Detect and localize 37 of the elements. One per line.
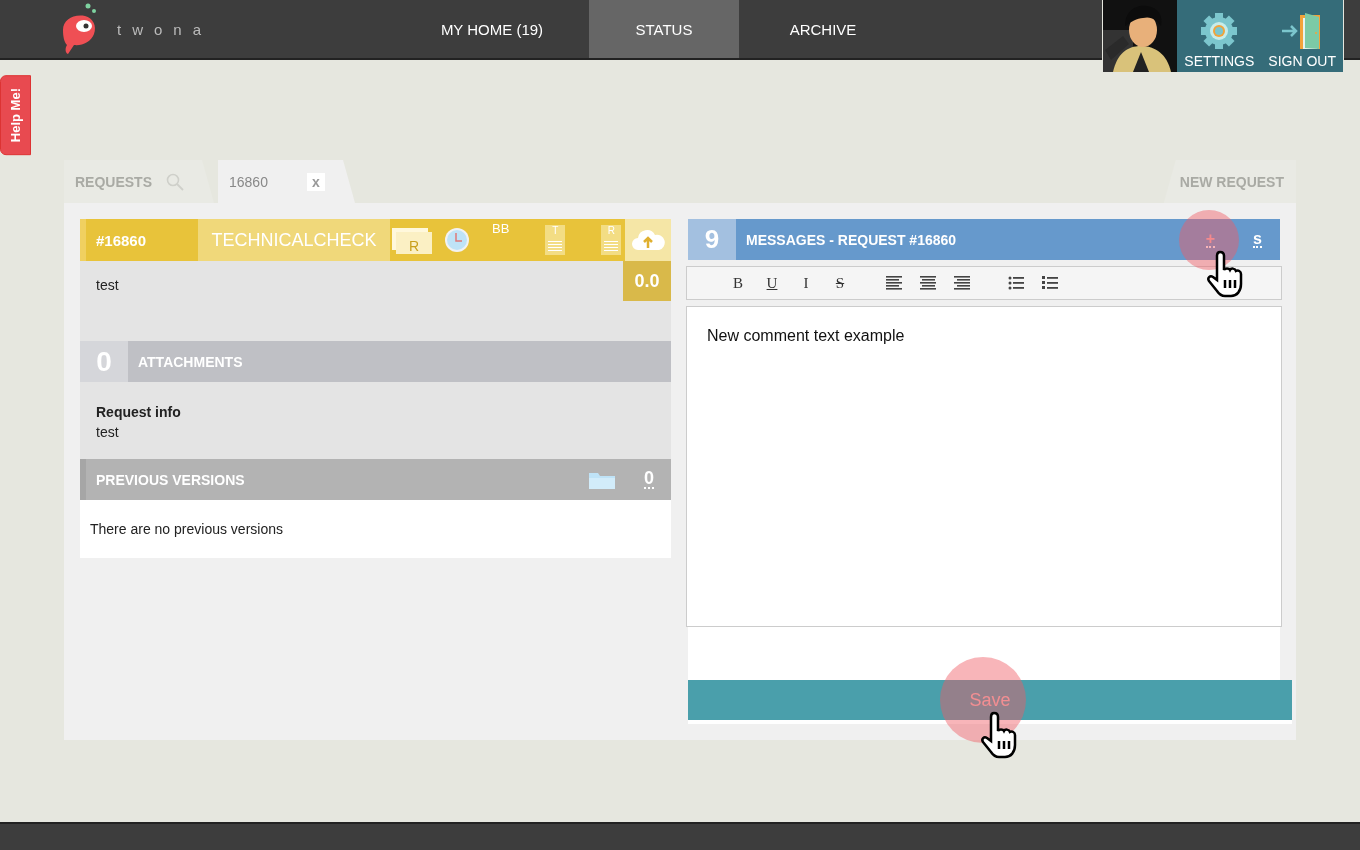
align-right-icon: [954, 276, 970, 290]
bullet-list-icon: [1008, 276, 1024, 290]
document-tag: T: [545, 225, 566, 255]
logo-text: twona: [117, 20, 213, 38]
description-text: test: [95, 276, 120, 295]
user-initials: BB: [492, 221, 510, 236]
section-title: ATTACHMENTS: [137, 353, 243, 370]
message-count: 9: [688, 219, 736, 260]
menu-button[interactable]: SETTINGS: [1177, 0, 1262, 72]
tab[interactable]: 16860 x: [218, 160, 355, 203]
search-icon: [166, 172, 184, 191]
empty-message: There are no previous versions: [80, 500, 671, 558]
menu-button[interactable]: SIGN OUT: [1261, 0, 1343, 72]
score-badge: 0.0: [623, 261, 671, 301]
status-label: TECHNICALCHECK: [198, 219, 390, 261]
sort-link[interactable]: s: [1253, 231, 1262, 248]
section-title: PREVIOUS VERSIONS: [96, 471, 246, 488]
bold-button[interactable]: B: [721, 269, 755, 297]
settings-icon: [1199, 11, 1240, 51]
underline-button[interactable]: U: [755, 269, 789, 297]
info-label: Request info: [96, 404, 182, 420]
section-title: MESSAGES - REQUEST #16860: [745, 231, 958, 248]
clock-icon: [444, 227, 470, 253]
version-count: 0: [644, 470, 654, 489]
document-tag: R: [601, 225, 622, 255]
comment-editor[interactable]: New comment text example: [686, 306, 1282, 627]
numbered-list-icon: [1042, 276, 1058, 290]
click-highlight: [1179, 210, 1239, 270]
italic-button[interactable]: I: [789, 269, 823, 297]
align-center-icon: [920, 276, 936, 290]
nav-tab[interactable]: STATUS: [589, 0, 739, 58]
align-left-icon: [886, 276, 902, 290]
nav-tab[interactable]: ARCHIVE: [748, 0, 898, 58]
info-value: test: [96, 424, 120, 440]
help-tab[interactable]: Help Me!: [0, 75, 31, 156]
nav-tab[interactable]: MY HOME (19): [417, 0, 567, 58]
strikethrough-button[interactable]: S: [823, 269, 857, 297]
